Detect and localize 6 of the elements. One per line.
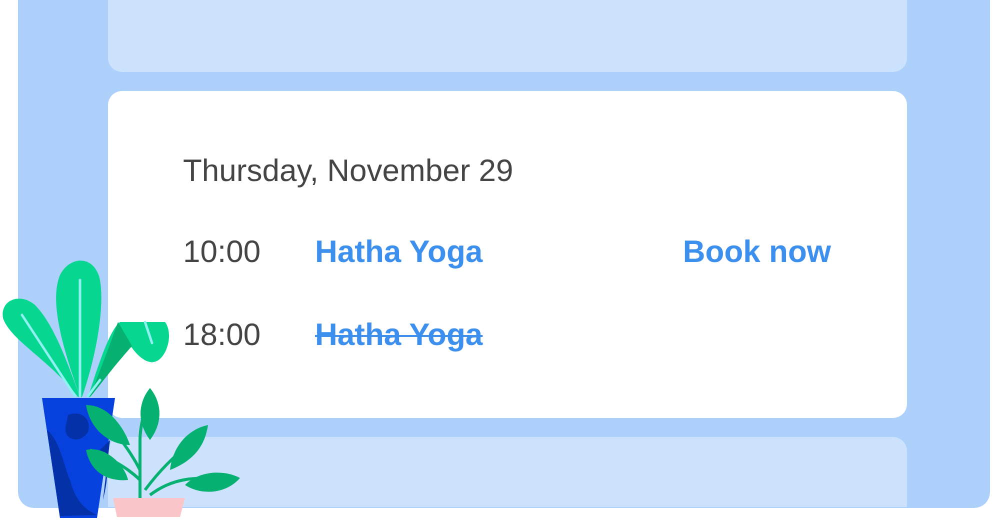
- session-time: 10:00: [183, 234, 262, 270]
- session-time: 18:00: [183, 316, 262, 352]
- date-heading: Thursday, November 29: [183, 152, 514, 190]
- book-now-link[interactable]: Book now: [682, 234, 831, 270]
- class-name: Hatha Yoga: [315, 234, 483, 270]
- class-name: Hatha Yoga: [315, 316, 483, 352]
